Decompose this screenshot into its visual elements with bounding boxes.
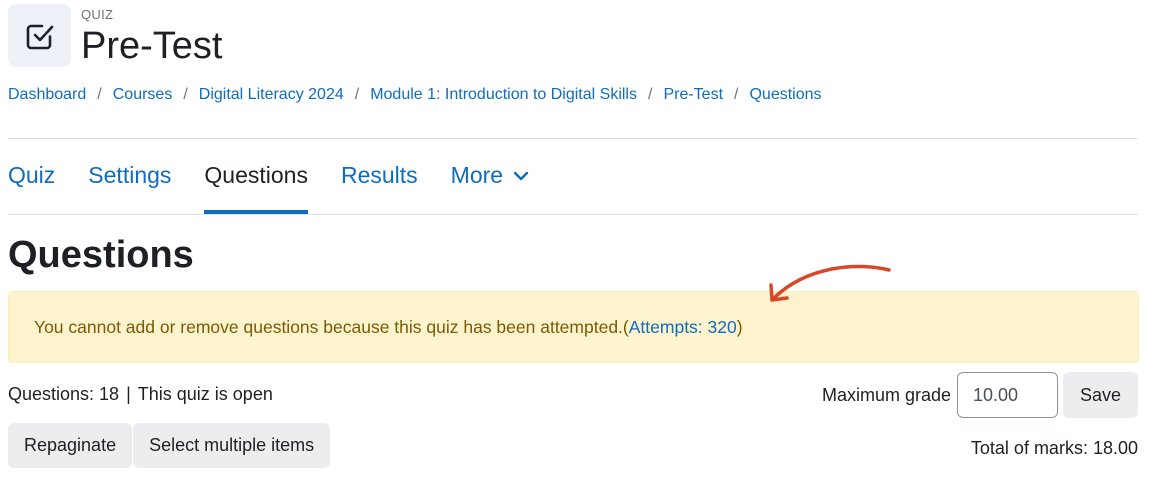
page-kicker: QUIZ [81, 7, 114, 22]
checkbox-icon [26, 24, 53, 49]
breadcrumb-questions[interactable]: Questions [749, 86, 821, 104]
quiz-open-status: This quiz is open [137, 384, 273, 404]
tab-label: Settings [88, 162, 172, 188]
quiz-icon-container [8, 4, 71, 67]
question-actions: Repaginate Select multiple items [8, 423, 331, 468]
breadcrumb-module[interactable]: Module 1: Introduction to Digital Skills [370, 86, 637, 104]
tab-quiz[interactable]: Quiz [8, 150, 55, 214]
divider [8, 138, 1138, 139]
breadcrumb-separator: / [183, 86, 188, 103]
page-header: QUIZ Pre-Test [8, 4, 222, 68]
save-button[interactable]: Save [1063, 372, 1138, 418]
breadcrumb-dashboard[interactable]: Dashboard [8, 86, 86, 104]
tab-results[interactable]: Results [341, 150, 418, 214]
tab-more[interactable]: More [451, 150, 529, 214]
max-grade-form: Maximum grade Save [822, 372, 1138, 418]
chevron-down-icon [513, 171, 529, 181]
status-separator: | [126, 384, 131, 404]
breadcrumb-courses[interactable]: Courses [113, 86, 173, 104]
breadcrumb: Dashboard / Courses / Digital Literacy 2… [8, 86, 822, 104]
tab-label: More [450, 162, 504, 188]
alert-close-paren: ) [736, 316, 743, 337]
breadcrumb-separator: / [354, 86, 360, 103]
curved-arrow-icon [769, 264, 891, 302]
repaginate-button[interactable]: Repaginate [8, 423, 133, 468]
breadcrumb-quiz[interactable]: Pre-Test [663, 86, 723, 104]
max-grade-input[interactable] [957, 372, 1058, 418]
max-grade-label: Maximum grade [821, 384, 951, 405]
total-marks: Total of marks: 18.00 [970, 438, 1138, 458]
secondary-navigation: Quiz Settings Questions Results More [8, 150, 562, 214]
breadcrumb-separator: / [97, 86, 102, 103]
tab-settings[interactable]: Settings [88, 150, 171, 214]
tab-label: Results [340, 162, 418, 188]
page-title: Pre-Test [81, 25, 223, 67]
quiz-status: Questions: 18 | This quiz is open [8, 384, 273, 405]
question-count: Questions: 18 [8, 384, 120, 404]
divider [8, 214, 1138, 215]
tab-label: Questions [204, 162, 308, 188]
tab-questions[interactable]: Questions [204, 150, 308, 214]
alert-message: You cannot add or remove questions becau… [34, 316, 623, 337]
section-heading: Questions [8, 234, 194, 276]
breadcrumb-course[interactable]: Digital Literacy 2024 [199, 86, 344, 104]
breadcrumb-separator: / [647, 86, 653, 103]
select-multiple-button[interactable]: Select multiple items [133, 423, 331, 468]
breadcrumb-separator: / [734, 86, 739, 103]
tab-label: Quiz [8, 162, 56, 188]
attempts-link[interactable]: Attempts: 320 [629, 317, 737, 338]
warning-alert: You cannot add or remove questions becau… [8, 291, 1139, 363]
